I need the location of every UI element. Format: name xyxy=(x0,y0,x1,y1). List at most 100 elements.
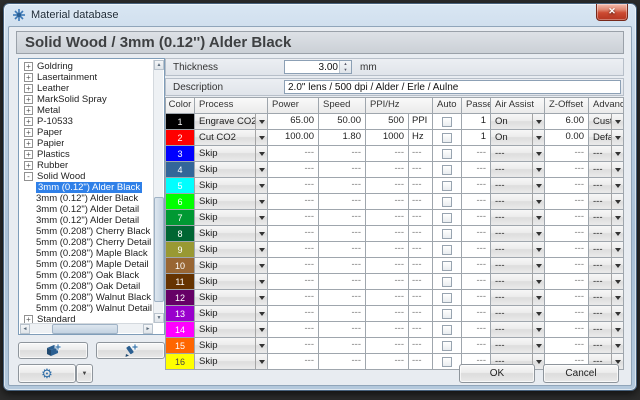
air-assist-select[interactable]: --- xyxy=(491,194,544,209)
ppi-hz-cell[interactable]: --- xyxy=(366,322,408,337)
dropdown-arrow-icon[interactable] xyxy=(611,162,623,177)
color-swatch[interactable]: 5 xyxy=(166,178,194,193)
air-assist-select[interactable]: --- xyxy=(491,306,544,321)
passes-cell[interactable]: --- xyxy=(462,162,490,177)
tree-item[interactable]: -Solid Wood xyxy=(20,171,153,182)
dropdown-arrow-icon[interactable] xyxy=(255,130,267,145)
advanced-select[interactable]: --- xyxy=(589,338,623,353)
ppi-hz-cell[interactable]: --- xyxy=(366,306,408,321)
color-swatch[interactable]: 2 xyxy=(166,130,194,145)
power-cell[interactable]: --- xyxy=(268,210,318,225)
tree-item[interactable]: 5mm (0.208") Cherry Black xyxy=(20,226,153,237)
tree-vertical-scrollbar[interactable]: ▲ ▼ xyxy=(153,60,163,323)
dropdown-arrow-icon[interactable] xyxy=(255,306,267,321)
z-offset-cell[interactable]: --- xyxy=(545,274,588,289)
power-cell[interactable]: --- xyxy=(268,242,318,257)
passes-cell[interactable]: --- xyxy=(462,194,490,209)
dropdown-arrow-icon[interactable] xyxy=(611,258,623,273)
dropdown-arrow-icon[interactable] xyxy=(532,210,544,225)
ppi-hz-cell[interactable]: --- xyxy=(366,338,408,353)
passes-cell[interactable]: --- xyxy=(462,146,490,161)
auto-checkbox[interactable] xyxy=(442,117,452,127)
dropdown-arrow-icon[interactable] xyxy=(611,146,623,161)
expand-icon[interactable]: + xyxy=(24,84,33,93)
air-assist-select[interactable]: --- xyxy=(491,242,544,257)
process-select[interactable]: Skip xyxy=(195,322,267,337)
scroll-up-icon[interactable]: ▲ xyxy=(154,60,164,70)
tree-item[interactable]: 3mm (0.12") Alder Detail xyxy=(20,215,153,226)
air-assist-select[interactable]: --- xyxy=(491,322,544,337)
tree-item[interactable]: 3mm (0.12") Alder Black xyxy=(20,182,153,193)
power-cell[interactable]: --- xyxy=(268,194,318,209)
dropdown-arrow-icon[interactable] xyxy=(255,162,267,177)
dropdown-arrow-icon[interactable] xyxy=(532,114,544,129)
tree-item[interactable]: 5mm (0.208") Oak Black xyxy=(20,270,153,281)
ppi-hz-cell[interactable]: --- xyxy=(366,226,408,241)
speed-cell[interactable]: --- xyxy=(319,306,365,321)
dropdown-arrow-icon[interactable] xyxy=(611,130,623,145)
ppi-hz-cell[interactable]: 1000 xyxy=(366,130,408,145)
auto-checkbox[interactable] xyxy=(442,229,452,239)
speed-cell[interactable]: --- xyxy=(319,258,365,273)
auto-checkbox[interactable] xyxy=(442,325,452,335)
dropdown-arrow-icon[interactable] xyxy=(532,338,544,353)
color-swatch[interactable]: 16 xyxy=(166,354,194,369)
ppi-hz-cell[interactable]: --- xyxy=(366,162,408,177)
z-offset-cell[interactable]: --- xyxy=(545,322,588,337)
dropdown-arrow-icon[interactable] xyxy=(255,114,267,129)
advanced-select[interactable]: --- xyxy=(589,194,623,209)
speed-cell[interactable]: --- xyxy=(319,322,365,337)
process-select[interactable]: Skip xyxy=(195,306,267,321)
z-offset-cell[interactable]: --- xyxy=(545,146,588,161)
ppi-hz-cell[interactable]: --- xyxy=(366,354,408,369)
advanced-select[interactable]: --- xyxy=(589,146,623,161)
auto-checkbox[interactable] xyxy=(442,341,452,351)
speed-cell[interactable]: --- xyxy=(319,354,365,369)
dropdown-arrow-icon[interactable] xyxy=(255,146,267,161)
passes-cell[interactable]: --- xyxy=(462,290,490,305)
color-swatch[interactable]: 10 xyxy=(166,258,194,273)
settings-gear-icon[interactable]: ⚙ xyxy=(18,364,76,383)
dropdown-arrow-icon[interactable] xyxy=(532,178,544,193)
dropdown-arrow-icon[interactable] xyxy=(255,178,267,193)
thickness-input[interactable]: 3.00 ▲ ▼ xyxy=(284,60,352,74)
tree-item[interactable]: 3mm (0.12") Alder Black xyxy=(20,193,153,204)
tree-item[interactable]: +P-10533 xyxy=(20,116,153,127)
passes-cell[interactable]: --- xyxy=(462,210,490,225)
power-cell[interactable]: --- xyxy=(268,226,318,241)
expand-icon[interactable]: + xyxy=(24,73,33,82)
auto-checkbox[interactable] xyxy=(442,357,452,367)
z-offset-cell[interactable]: 0.00 xyxy=(545,130,588,145)
speed-cell[interactable]: --- xyxy=(319,146,365,161)
auto-checkbox[interactable] xyxy=(442,133,452,143)
advanced-select[interactable]: --- xyxy=(589,290,623,305)
auto-checkbox[interactable] xyxy=(442,277,452,287)
process-select[interactable]: Skip xyxy=(195,242,267,257)
process-select[interactable]: Skip xyxy=(195,210,267,225)
color-swatch[interactable]: 6 xyxy=(166,194,194,209)
dropdown-arrow-icon[interactable] xyxy=(611,242,623,257)
advanced-select[interactable]: --- xyxy=(589,242,623,257)
auto-checkbox[interactable] xyxy=(442,181,452,191)
color-swatch[interactable]: 7 xyxy=(166,210,194,225)
color-swatch[interactable]: 1 xyxy=(166,114,194,129)
tree-horizontal-scrollbar[interactable]: ◄ ► xyxy=(20,323,153,333)
color-swatch[interactable]: 13 xyxy=(166,306,194,321)
dropdown-arrow-icon[interactable] xyxy=(255,226,267,241)
tree-item[interactable]: 5mm (0.208") Maple Detail xyxy=(20,259,153,270)
expand-icon[interactable]: + xyxy=(24,95,33,104)
settings-dropdown-arrow-icon[interactable]: ▼ xyxy=(76,364,93,383)
advanced-select[interactable]: --- xyxy=(589,226,623,241)
z-offset-cell[interactable]: --- xyxy=(545,338,588,353)
speed-cell[interactable]: --- xyxy=(319,162,365,177)
advanced-select[interactable]: --- xyxy=(589,258,623,273)
ok-button[interactable]: OK xyxy=(459,364,535,383)
power-cell[interactable]: --- xyxy=(268,178,318,193)
z-offset-cell[interactable]: --- xyxy=(545,210,588,225)
tree-item[interactable]: 3mm (0.12") Alder Detail xyxy=(20,204,153,215)
tree-item[interactable]: +MarkSolid Spray xyxy=(20,94,153,105)
ppi-hz-cell[interactable]: --- xyxy=(366,258,408,273)
scroll-right-icon[interactable]: ► xyxy=(143,324,153,334)
dropdown-arrow-icon[interactable] xyxy=(255,322,267,337)
power-cell[interactable]: --- xyxy=(268,274,318,289)
